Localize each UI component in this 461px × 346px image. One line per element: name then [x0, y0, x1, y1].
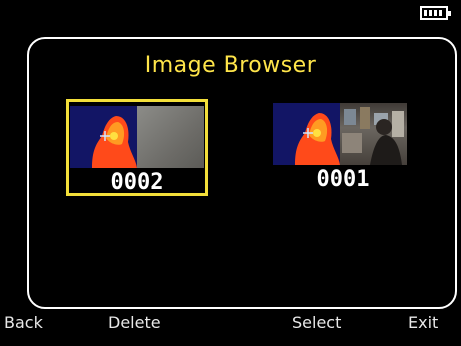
- visual-image: [340, 103, 407, 165]
- thermal-image: [70, 106, 137, 168]
- thumbnail-image: [70, 106, 204, 168]
- delete-button[interactable]: Delete: [108, 313, 161, 332]
- battery-icon: [420, 6, 451, 20]
- page-title: Image Browser: [144, 53, 317, 78]
- select-button[interactable]: Select: [292, 313, 341, 332]
- thermal-image: [273, 103, 340, 165]
- thumbnail-label: 0001: [316, 167, 370, 192]
- thumbnail-image: [273, 103, 407, 165]
- back-button[interactable]: Back: [4, 313, 43, 332]
- thumbnail-label: 0002: [110, 170, 164, 195]
- exit-button[interactable]: Exit: [408, 313, 438, 332]
- thumbnail-0002[interactable]: 0002: [66, 99, 208, 196]
- visual-image: [137, 106, 204, 168]
- thumbnail-0001[interactable]: 0001: [272, 99, 414, 196]
